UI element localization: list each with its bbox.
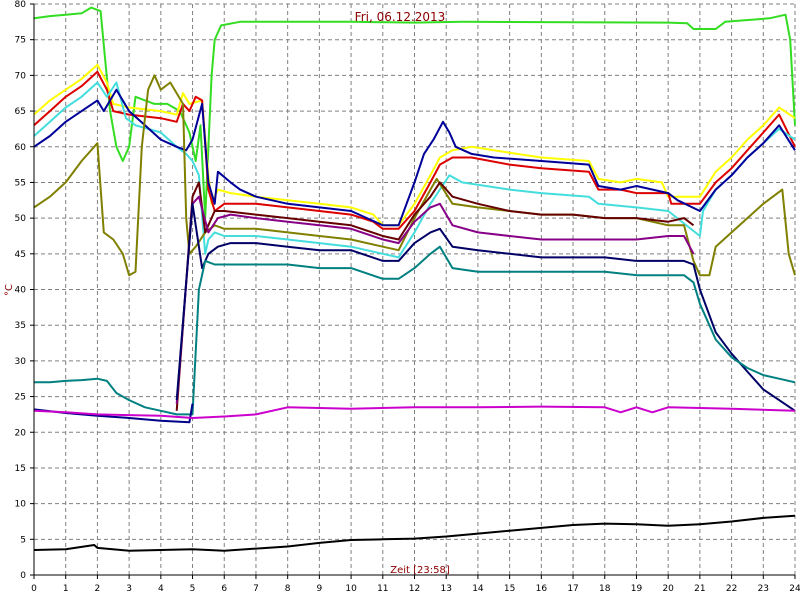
x-axis-label: Zeit [23:58] (390, 565, 450, 576)
x-tick-label: 1 (63, 584, 69, 594)
x-tick-label: 4 (158, 584, 164, 594)
y-tick-label: 55 (15, 178, 26, 188)
x-tick-label: 12 (409, 584, 420, 594)
x-tick-label: 19 (631, 584, 643, 594)
x-tick-label: 16 (536, 584, 548, 594)
x-tick-label: 10 (345, 584, 357, 594)
x-tick-label: 5 (190, 584, 196, 594)
chart-title: Fri, 06.12.2013 (355, 10, 446, 24)
x-tick-label: 8 (285, 584, 291, 594)
y-tick-label: 20 (15, 428, 27, 438)
y-tick-label: 50 (15, 214, 27, 224)
x-tick-label: 7 (253, 584, 259, 594)
x-tick-label: 13 (440, 584, 451, 594)
y-tick-label: 35 (15, 321, 26, 331)
x-tick-label: 9 (317, 584, 323, 594)
x-tick-label: 20 (662, 584, 674, 594)
y-tick-label: 25 (15, 393, 26, 403)
x-tick-label: 23 (758, 584, 769, 594)
y-tick-label: 80 (15, 0, 27, 10)
y-tick-label: 0 (20, 571, 26, 581)
x-tick-label: 14 (472, 584, 484, 594)
temperature-chart: 05101520253035404550556065707580 0123456… (0, 0, 800, 600)
y-tick-label: 5 (20, 535, 26, 545)
x-tick-label: 18 (599, 584, 611, 594)
x-tick-label: 2 (95, 584, 101, 594)
x-tick-label: 11 (377, 584, 388, 594)
x-tick-label: 15 (504, 584, 515, 594)
y-tick-label: 70 (15, 71, 27, 81)
y-tick-label: 40 (15, 286, 27, 296)
y-tick-label: 10 (15, 500, 27, 510)
x-tick-label: 24 (789, 584, 800, 594)
y-tick-label: 75 (15, 36, 26, 46)
x-tick-label: 3 (126, 584, 132, 594)
y-axis-label: °C (4, 284, 15, 296)
chart-background (0, 0, 800, 600)
y-tick-label: 65 (15, 107, 26, 117)
x-tick-label: 21 (694, 584, 705, 594)
x-tick-label: 6 (221, 584, 227, 594)
y-tick-label: 30 (15, 357, 27, 367)
x-tick-label: 0 (31, 584, 37, 594)
x-tick-label: 22 (726, 584, 737, 594)
y-tick-label: 15 (15, 464, 26, 474)
x-tick-label: 17 (567, 584, 578, 594)
y-tick-label: 45 (15, 250, 26, 260)
y-tick-label: 60 (15, 143, 27, 153)
